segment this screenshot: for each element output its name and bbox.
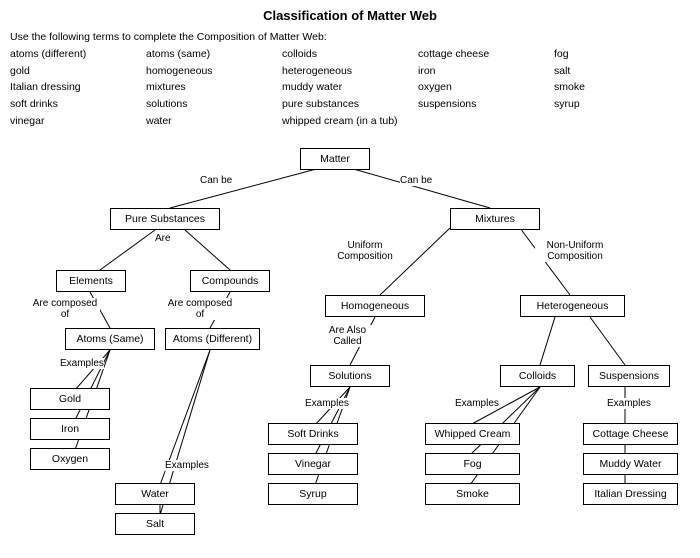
suspensions-node: Suspensions bbox=[588, 365, 670, 387]
terms-col-5: fogsaltsmokesyrup bbox=[554, 46, 690, 130]
terms-col-4: cottage cheeseironoxygensuspensions bbox=[418, 46, 554, 130]
terms-section: Use the following terms to complete the … bbox=[10, 29, 690, 130]
can-be-left-label: Can be bbox=[200, 175, 232, 186]
atoms-same-node: Atoms (Same) bbox=[65, 328, 155, 350]
whipped-cream-node: Whipped Cream bbox=[425, 423, 520, 445]
syrup-node: Syrup bbox=[268, 483, 358, 505]
non-uniform-composition-label: Non-Uniform Composition bbox=[535, 240, 615, 262]
muddy-water-node: Muddy Water bbox=[583, 453, 678, 475]
examples-colloids-label: Examples bbox=[455, 398, 499, 409]
uniform-composition-label: Uniform Composition bbox=[330, 240, 400, 262]
mixtures-node: Mixtures bbox=[450, 208, 540, 230]
salt-node: Salt bbox=[115, 513, 195, 535]
matter-node: Matter bbox=[300, 148, 370, 170]
examples-atoms-same-label: Examples bbox=[60, 358, 104, 369]
gold-node: Gold bbox=[30, 388, 110, 410]
are-label: Are bbox=[155, 233, 171, 244]
terms-col-3: colloidsheterogeneousmuddy waterpure sub… bbox=[282, 46, 418, 130]
elements-node: Elements bbox=[56, 270, 126, 292]
fog-node: Fog bbox=[425, 453, 520, 475]
examples-atoms-different-label: Examples bbox=[165, 460, 209, 471]
can-be-right-label: Can be bbox=[400, 175, 432, 186]
instructions-label: Use the following terms to complete the … bbox=[10, 31, 327, 43]
italian-dressing-node: Italian Dressing bbox=[583, 483, 678, 505]
oxygen-node: Oxygen bbox=[30, 448, 110, 470]
heterogeneous-node: Heterogeneous bbox=[520, 295, 625, 317]
atoms-different-node: Atoms (Different) bbox=[165, 328, 260, 350]
iron-node: Iron bbox=[30, 418, 110, 440]
smoke-node: Smoke bbox=[425, 483, 520, 505]
diagram: Matter Can be Can be Pure Substances Mix… bbox=[10, 140, 690, 550]
terms-col-2: atoms (same)homogeneousmixturessolutions… bbox=[146, 46, 282, 130]
solutions-node: Solutions bbox=[310, 365, 390, 387]
compounds-node: Compounds bbox=[190, 270, 270, 292]
homogeneous-node: Homogeneous bbox=[325, 295, 425, 317]
vinegar-node: Vinegar bbox=[268, 453, 358, 475]
are-composed-of-right-label: Are composed of bbox=[165, 298, 235, 320]
examples-suspensions-label: Examples bbox=[607, 398, 651, 409]
are-also-called-label: Are Also Called bbox=[320, 325, 375, 347]
terms-row: atoms (different)goldItalian dressingsof… bbox=[10, 46, 690, 130]
pure-substances-node: Pure Substances bbox=[110, 208, 220, 230]
page: Classification of Matter Web Use the fol… bbox=[0, 0, 700, 558]
colloids-node: Colloids bbox=[500, 365, 575, 387]
examples-solutions-label: Examples bbox=[305, 398, 349, 409]
soft-drinks-node: Soft Drinks bbox=[268, 423, 358, 445]
are-composed-of-left-label: Are composed of bbox=[30, 298, 100, 320]
terms-col-1: atoms (different)goldItalian dressingsof… bbox=[10, 46, 146, 130]
cottage-cheese-node: Cottage Cheese bbox=[583, 423, 678, 445]
page-title: Classification of Matter Web bbox=[10, 8, 690, 23]
water-node: Water bbox=[115, 483, 195, 505]
